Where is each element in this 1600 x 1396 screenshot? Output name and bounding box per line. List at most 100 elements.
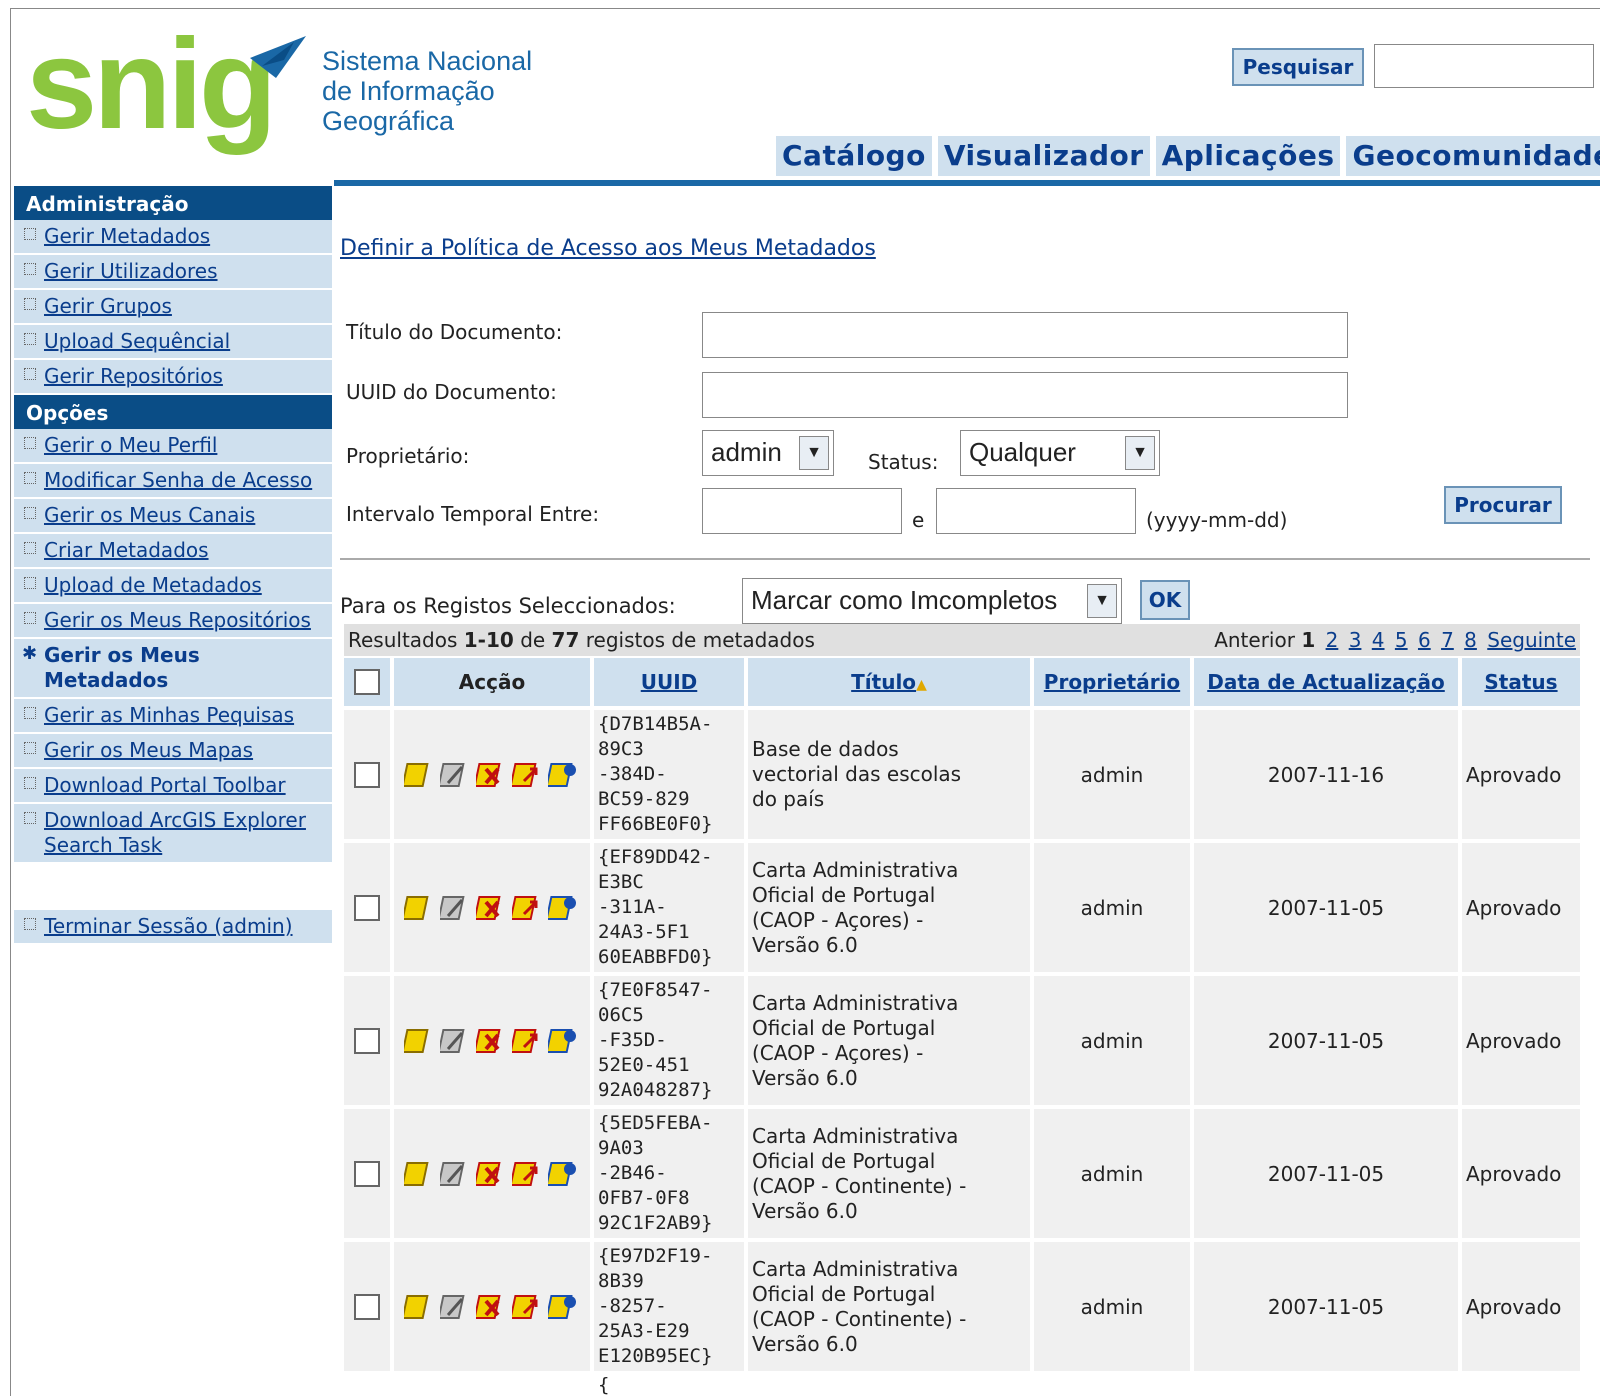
bullet-icon <box>24 507 36 519</box>
chevron-down-icon[interactable]: ▼ <box>1087 584 1117 618</box>
sidebar-item-meus-metadados[interactable]: ✱ Gerir os Meus Metadados <box>14 639 332 699</box>
chevron-down-icon[interactable]: ▼ <box>1125 436 1155 470</box>
bullet-icon <box>24 472 36 484</box>
pagination-next[interactable]: Seguinte <box>1487 628 1576 652</box>
date-from-input[interactable] <box>702 488 902 534</box>
share-icon[interactable] <box>548 761 580 789</box>
sidebar-item-criar-metadados[interactable]: Criar Metadados <box>14 534 332 569</box>
sidebar-item-modificar-senha[interactable]: Modificar Senha de Acesso <box>14 464 332 499</box>
view-icon[interactable] <box>404 1027 436 1055</box>
pagination-page-3[interactable]: 3 <box>1349 628 1362 652</box>
row-checkbox[interactable] <box>354 1293 380 1320</box>
export-icon[interactable] <box>512 1027 544 1055</box>
results-summary: Resultados 1-10 de 77 registos de metada… <box>344 624 1580 656</box>
chevron-down-icon[interactable]: ▼ <box>799 436 829 470</box>
row-checkbox[interactable] <box>354 1160 380 1187</box>
row-checkbox[interactable] <box>354 1027 380 1054</box>
view-icon[interactable] <box>404 1160 436 1188</box>
sidebar-item-gerir-utilizadores[interactable]: Gerir Utilizadores <box>14 255 332 290</box>
search-input[interactable] <box>1374 44 1594 88</box>
search-button[interactable]: Pesquisar <box>1232 48 1364 86</box>
edit-icon[interactable] <box>440 1027 472 1055</box>
bullet-icon <box>24 812 36 824</box>
row-status: Aprovado <box>1466 1294 1562 1319</box>
column-title[interactable]: Título <box>851 670 916 694</box>
sidebar-item-upload-sequencial[interactable]: Upload Sequêncial <box>14 325 332 360</box>
bullet-icon <box>24 263 36 275</box>
date-to-input[interactable] <box>936 488 1136 534</box>
bullet-icon <box>24 542 36 554</box>
edit-icon[interactable] <box>440 761 472 789</box>
pagination-page-2[interactable]: 2 <box>1326 628 1339 652</box>
sidebar-spacer <box>14 864 332 910</box>
row-title: Carta Administrativa Oficial de Portugal(… <box>748 843 1034 972</box>
sidebar-item-upload-metadados[interactable]: Upload de Metadados <box>14 569 332 604</box>
table-row: {E97D2F19- 8B39 -8257- 25A3-E29 E120B95EC} Ca… <box>344 1238 1580 1371</box>
share-icon[interactable] <box>548 894 580 922</box>
row-checkbox[interactable] <box>354 894 380 921</box>
share-icon[interactable] <box>548 1160 580 1188</box>
export-icon[interactable] <box>512 1293 544 1321</box>
owner-select[interactable]: admin ▼ <box>702 430 834 476</box>
nav-geocomunidade[interactable]: Geocomunidade <box>1346 136 1600 176</box>
row-title: Carta Administrativa Oficial de Portugal(… <box>748 1242 1034 1371</box>
status-select[interactable]: Qualquer ▼ <box>960 430 1160 476</box>
nav-visualizador[interactable]: Visualizador <box>937 136 1150 176</box>
row-status: Aprovado <box>1466 762 1562 787</box>
share-icon[interactable] <box>548 1293 580 1321</box>
sidebar-item-logout[interactable]: Terminar Sessão (admin) <box>14 910 332 945</box>
row-uuid: {E97D2F19- 8B39 -8257- 25A3-E29 E120B95EC} <box>594 1242 748 1371</box>
column-date[interactable]: Data de Actualização <box>1207 670 1445 694</box>
bulk-action-select[interactable]: Marcar como Imcompletos ▼ <box>742 578 1122 624</box>
nav-catalogo[interactable]: Catálogo <box>776 136 932 176</box>
view-icon[interactable] <box>404 761 436 789</box>
table-header: Acção UUID Título▲ Proprietário Data de … <box>344 658 1580 706</box>
sidebar-item-portal-toolbar[interactable]: Download Portal Toolbar <box>14 769 332 804</box>
pagination-page-7[interactable]: 7 <box>1441 628 1454 652</box>
column-status[interactable]: Status <box>1484 670 1557 694</box>
sidebar-item-gerir-metadados[interactable]: Gerir Metadados <box>14 220 332 255</box>
pagination-page-8[interactable]: 8 <box>1464 628 1477 652</box>
title-input[interactable] <box>702 312 1348 358</box>
find-button[interactable]: Procurar <box>1444 486 1562 524</box>
sidebar: Administração Gerir Metadados Gerir Util… <box>14 186 332 945</box>
pagination-page-6[interactable]: 6 <box>1418 628 1431 652</box>
edit-icon[interactable] <box>440 894 472 922</box>
nav-aplicacoes[interactable]: Aplicações <box>1155 136 1341 176</box>
delete-icon[interactable] <box>476 894 508 922</box>
sidebar-item-meus-repositorios[interactable]: Gerir os Meus Repositórios <box>14 604 332 639</box>
sidebar-item-meu-perfil[interactable]: Gerir o Meu Perfil <box>14 429 332 464</box>
export-icon[interactable] <box>512 1160 544 1188</box>
column-uuid[interactable]: UUID <box>641 670 698 694</box>
ok-button[interactable]: OK <box>1140 580 1190 620</box>
sidebar-item-gerir-repositorios[interactable]: Gerir Repositórios <box>14 360 332 395</box>
sidebar-item-gerir-grupos[interactable]: Gerir Grupos <box>14 290 332 325</box>
sidebar-item-arcgis-task[interactable]: Download ArcGIS Explorer Search Task <box>14 804 332 864</box>
row-date: 2007-11-05 <box>1194 1109 1462 1238</box>
view-icon[interactable] <box>404 894 436 922</box>
edit-icon[interactable] <box>440 1160 472 1188</box>
column-owner[interactable]: Proprietário <box>1044 670 1180 694</box>
export-icon[interactable] <box>512 894 544 922</box>
sidebar-item-meus-mapas[interactable]: Gerir os Meus Mapas <box>14 734 332 769</box>
view-icon[interactable] <box>404 1293 436 1321</box>
row-date: 2007-11-05 <box>1194 1242 1462 1371</box>
sidebar-item-minhas-pequisas[interactable]: Gerir as Minhas Pequisas <box>14 699 332 734</box>
delete-icon[interactable] <box>476 1293 508 1321</box>
export-icon[interactable] <box>512 761 544 789</box>
access-policy-link[interactable]: Definir a Política de Acesso aos Meus Me… <box>340 236 876 261</box>
select-all-checkbox[interactable] <box>354 669 380 695</box>
share-icon[interactable] <box>548 1027 580 1055</box>
delete-icon[interactable] <box>476 1160 508 1188</box>
uuid-input[interactable] <box>702 372 1348 418</box>
row-checkbox[interactable] <box>354 761 380 788</box>
row-uuid: {EF89DD42- E3BC -311A- 24A3-5F1 60EABBFD0} <box>594 843 748 972</box>
delete-icon[interactable] <box>476 761 508 789</box>
delete-icon[interactable] <box>476 1027 508 1055</box>
row-select-cell <box>344 1109 394 1238</box>
edit-icon[interactable] <box>440 1293 472 1321</box>
pagination-page-5[interactable]: 5 <box>1395 628 1408 652</box>
pagination-page-4[interactable]: 4 <box>1372 628 1385 652</box>
sidebar-item-meus-canais[interactable]: Gerir os Meus Canais <box>14 499 332 534</box>
row-owner: admin <box>1034 1109 1194 1238</box>
